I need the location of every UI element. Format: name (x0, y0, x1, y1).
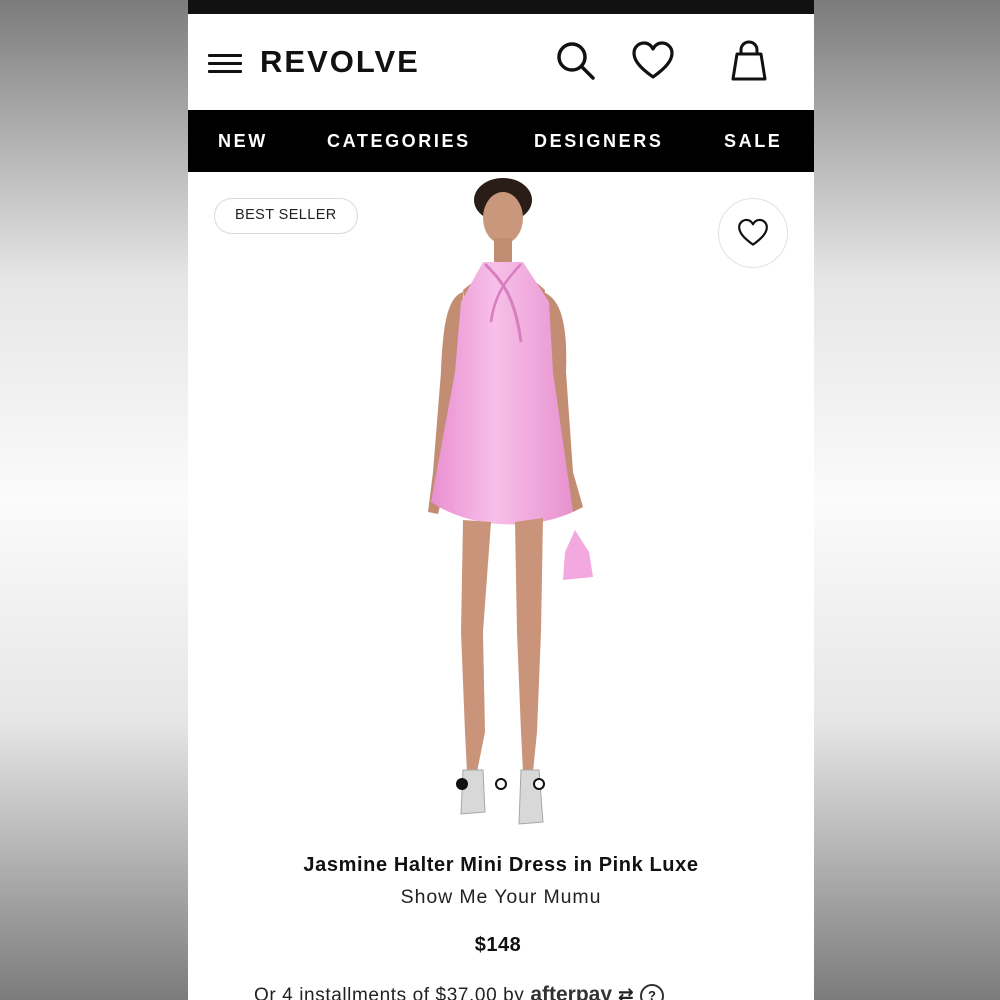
carousel-dot-1[interactable] (456, 778, 468, 790)
phone-screen: REVOLVE NEW CATEGORIES DESIGNERS SALE BE… (188, 0, 814, 1000)
afterpay-logo: afterpay (530, 983, 613, 1000)
nav-item-designers[interactable]: DESIGNERS (534, 110, 663, 172)
top-header: REVOLVE (188, 14, 814, 110)
product-price: $148 (474, 934, 522, 956)
installments-info: Or 4 installments of $37.00 by afterpay … (254, 983, 814, 1000)
best-seller-badge: BEST SELLER (214, 198, 358, 234)
nav-item-sale[interactable]: SALE (724, 110, 782, 172)
product-title: Jasmine Halter Mini Dress in Pink Luxe (303, 854, 699, 876)
carousel-dot-3[interactable] (533, 778, 545, 790)
nav-item-new[interactable]: NEW (218, 110, 268, 172)
background-right (814, 0, 1000, 1000)
installments-text: Or 4 installments of $37.00 by (254, 985, 525, 1000)
nav-item-categories[interactable]: CATEGORIES (327, 110, 471, 172)
search-icon[interactable] (553, 38, 599, 84)
heart-icon[interactable] (630, 38, 676, 84)
category-nav: NEW CATEGORIES DESIGNERS SALE (188, 110, 814, 172)
heart-outline-icon (738, 218, 768, 246)
product-photo-model (428, 178, 593, 825)
carousel-indicators (188, 776, 814, 792)
afterpay-arrows-icon: ⇄ (617, 985, 635, 1000)
product-brand-link[interactable]: Show Me Your Mumu (188, 886, 814, 909)
shopping-bag-icon[interactable] (726, 38, 772, 84)
brand-logo[interactable]: REVOLVE (260, 42, 420, 82)
carousel-dot-2[interactable] (495, 778, 507, 790)
add-to-wishlist-button[interactable] (718, 198, 788, 268)
status-bar (188, 0, 814, 14)
product-image-carousel[interactable]: BEST SELLER (188, 172, 814, 842)
help-icon[interactable]: ? (640, 983, 665, 1000)
background-left (0, 0, 188, 1000)
menu-icon[interactable] (208, 52, 242, 74)
